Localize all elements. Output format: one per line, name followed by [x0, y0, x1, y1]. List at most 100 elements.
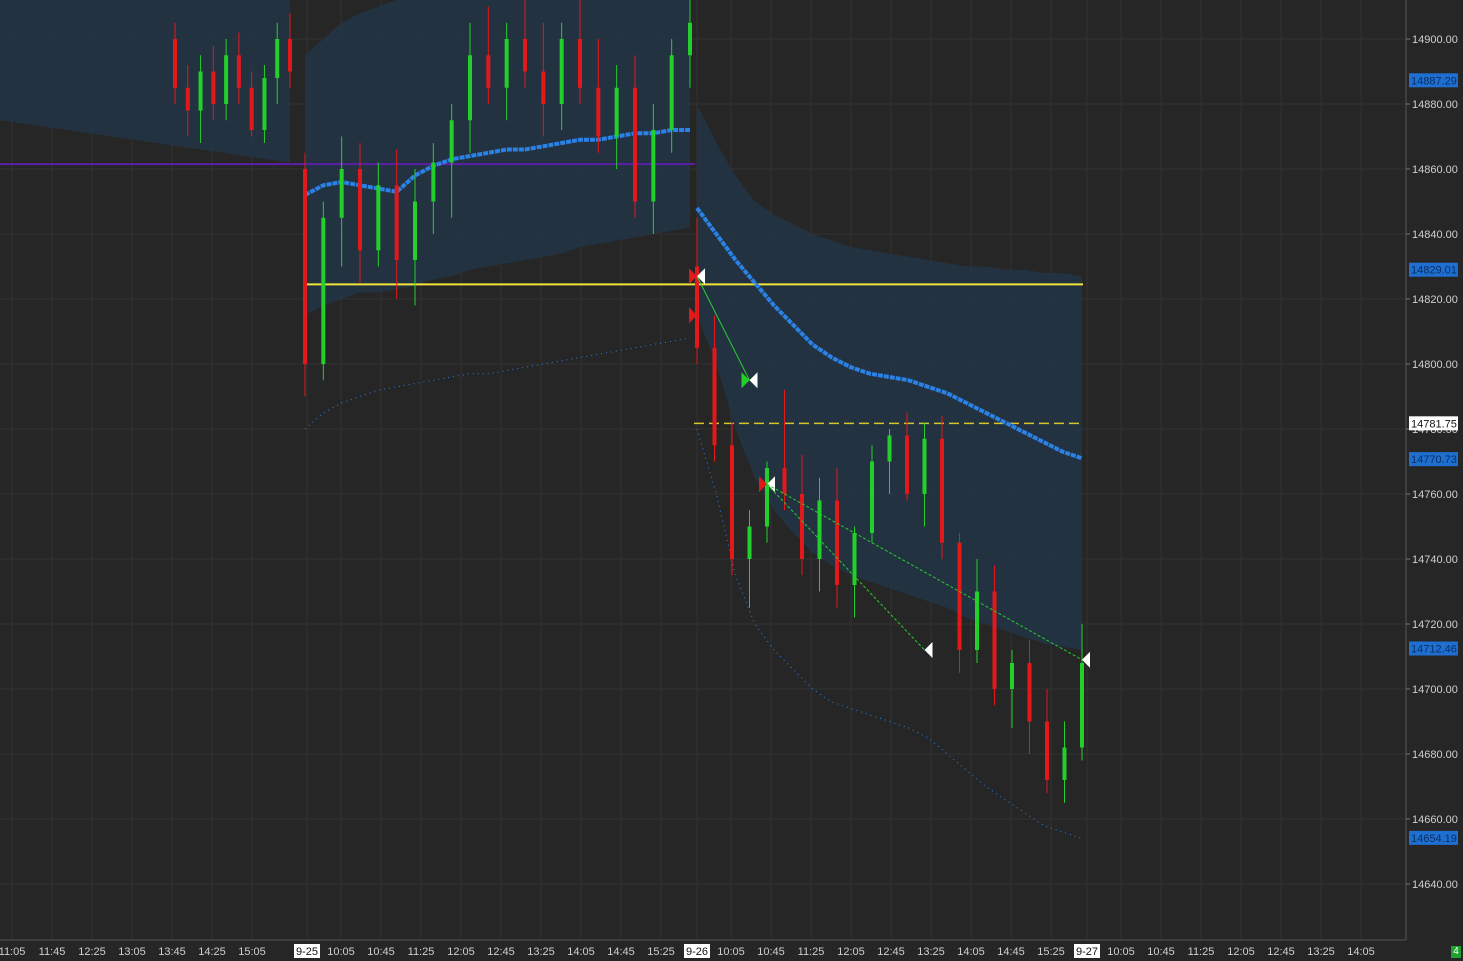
price-tick-label: 14900.00	[1412, 34, 1458, 46]
time-tick-label: 10:05	[327, 946, 355, 958]
session-marker-label: 9-27	[1076, 946, 1098, 958]
candle-body	[321, 217, 326, 364]
candle-body	[1080, 663, 1084, 748]
candle-body	[249, 87, 254, 130]
candle-body	[905, 435, 909, 494]
price-tick-label: 14680.00	[1412, 749, 1458, 761]
connection-status-badge[interactable]: 4	[1451, 946, 1461, 958]
candle-body	[1027, 663, 1032, 722]
candle-body	[765, 468, 769, 527]
time-tick-label: 15:05	[238, 946, 266, 958]
candle-body	[730, 445, 734, 559]
candle-body	[1062, 747, 1067, 780]
candle-body	[578, 39, 582, 88]
price-tick-label: 14760.00	[1412, 489, 1458, 501]
candle-body	[596, 87, 601, 137]
time-tick-label: 15:25	[647, 946, 675, 958]
time-tick-label: 11:45	[39, 946, 66, 958]
candle-body	[614, 87, 619, 137]
candle-body	[394, 185, 399, 260]
candle-body	[185, 87, 190, 111]
candlestick-chart[interactable]: 14900.00 14880.00 14860.00 14840.00 14820.00…	[0, 0, 1463, 961]
time-tick-label: 14:05	[567, 946, 595, 958]
price-tick-label: 14700.00	[1412, 684, 1458, 696]
time-tick-label: 14:45	[607, 946, 635, 958]
candle-body	[887, 435, 892, 462]
time-tick-label: 14:05	[957, 946, 985, 958]
candle-body	[262, 78, 267, 130]
price-tick-label: 14660.00	[1412, 814, 1458, 826]
candle-body	[992, 591, 997, 689]
price-tick-label: 14720.00	[1412, 619, 1458, 631]
time-tick-label: 12:45	[1267, 946, 1295, 958]
price-badge-label: 14654.19	[1411, 833, 1457, 845]
time-axis[interactable]: 11:05 11:45 12:25 13:05 13:45 14:25 15:05 9-25 1…	[0, 944, 1375, 958]
price-tick-label: 14640.00	[1412, 879, 1458, 891]
candle-body	[559, 39, 564, 104]
candle-body	[651, 130, 656, 202]
candle-body	[523, 39, 527, 72]
time-tick-label: 13:45	[158, 946, 186, 958]
time-tick-label: 12:45	[877, 946, 905, 958]
time-tick-label: 13:25	[917, 946, 945, 958]
time-tick-label: 12:05	[447, 946, 475, 958]
candle-body	[236, 55, 241, 88]
price-tick-label: 14840.00	[1412, 229, 1458, 241]
candle-body	[852, 533, 857, 585]
time-tick-label: 11:25	[408, 946, 435, 958]
price-tick-label: 14820.00	[1412, 294, 1458, 306]
time-tick-label: 13:25	[527, 946, 555, 958]
price-badge-label: 14829.01	[1411, 265, 1457, 277]
time-tick-label: 11:25	[798, 946, 825, 958]
time-tick-label: 12:05	[837, 946, 865, 958]
candle-body	[449, 120, 454, 163]
candle-body	[669, 55, 674, 130]
candle-body	[173, 39, 177, 88]
candle-body	[835, 500, 839, 585]
session-marker-label: 9-25	[296, 946, 318, 958]
time-tick-label: 13:25	[1307, 946, 1335, 958]
candle-body	[431, 162, 436, 202]
time-tick-label: 12:25	[78, 946, 106, 958]
candle-body	[633, 87, 637, 202]
candle-body	[198, 71, 203, 111]
time-tick-label: 10:05	[717, 946, 745, 958]
time-tick-label: 10:05	[1107, 946, 1135, 958]
candle-body	[870, 461, 874, 533]
price-badge-label: 14770.73	[1411, 454, 1457, 466]
time-tick-label: 11:25	[1188, 946, 1215, 958]
candle-body	[782, 468, 787, 494]
price-badge-label: 14781.75	[1411, 418, 1457, 430]
candle-body	[275, 39, 280, 78]
candle-body	[413, 201, 417, 260]
time-tick-label: 11:05	[0, 946, 25, 958]
candle-body	[1010, 663, 1014, 689]
candle-body	[940, 438, 944, 543]
price-tick-label: 14740.00	[1412, 554, 1458, 566]
time-tick-label: 10:45	[757, 946, 785, 958]
time-tick-label: 12:45	[487, 946, 515, 958]
candle-body	[358, 169, 362, 251]
candle-body	[224, 55, 229, 104]
time-tick-label: 10:45	[1147, 946, 1175, 958]
candle-body	[922, 438, 927, 494]
session-marker-label: 9-26	[686, 946, 708, 958]
candle-body	[747, 526, 752, 559]
time-tick-label: 15:25	[1037, 946, 1065, 958]
candle-body	[376, 185, 381, 251]
price-badge-label: 14887.29	[1411, 75, 1457, 87]
candle-body	[1045, 721, 1049, 780]
candle-body	[486, 55, 491, 88]
time-tick-label: 14:45	[997, 946, 1025, 958]
time-tick-label: 13:05	[118, 946, 146, 958]
candle-body	[211, 71, 216, 104]
candle-body	[288, 39, 292, 72]
time-tick-label: 14:05	[1347, 946, 1375, 958]
candle-body	[817, 500, 822, 559]
candle-body	[975, 591, 979, 650]
time-tick-label: 10:45	[367, 946, 395, 958]
candle-body	[303, 169, 307, 364]
candle-body	[712, 347, 717, 446]
price-tick-label: 14860.00	[1412, 164, 1458, 176]
candle-body	[339, 169, 344, 218]
